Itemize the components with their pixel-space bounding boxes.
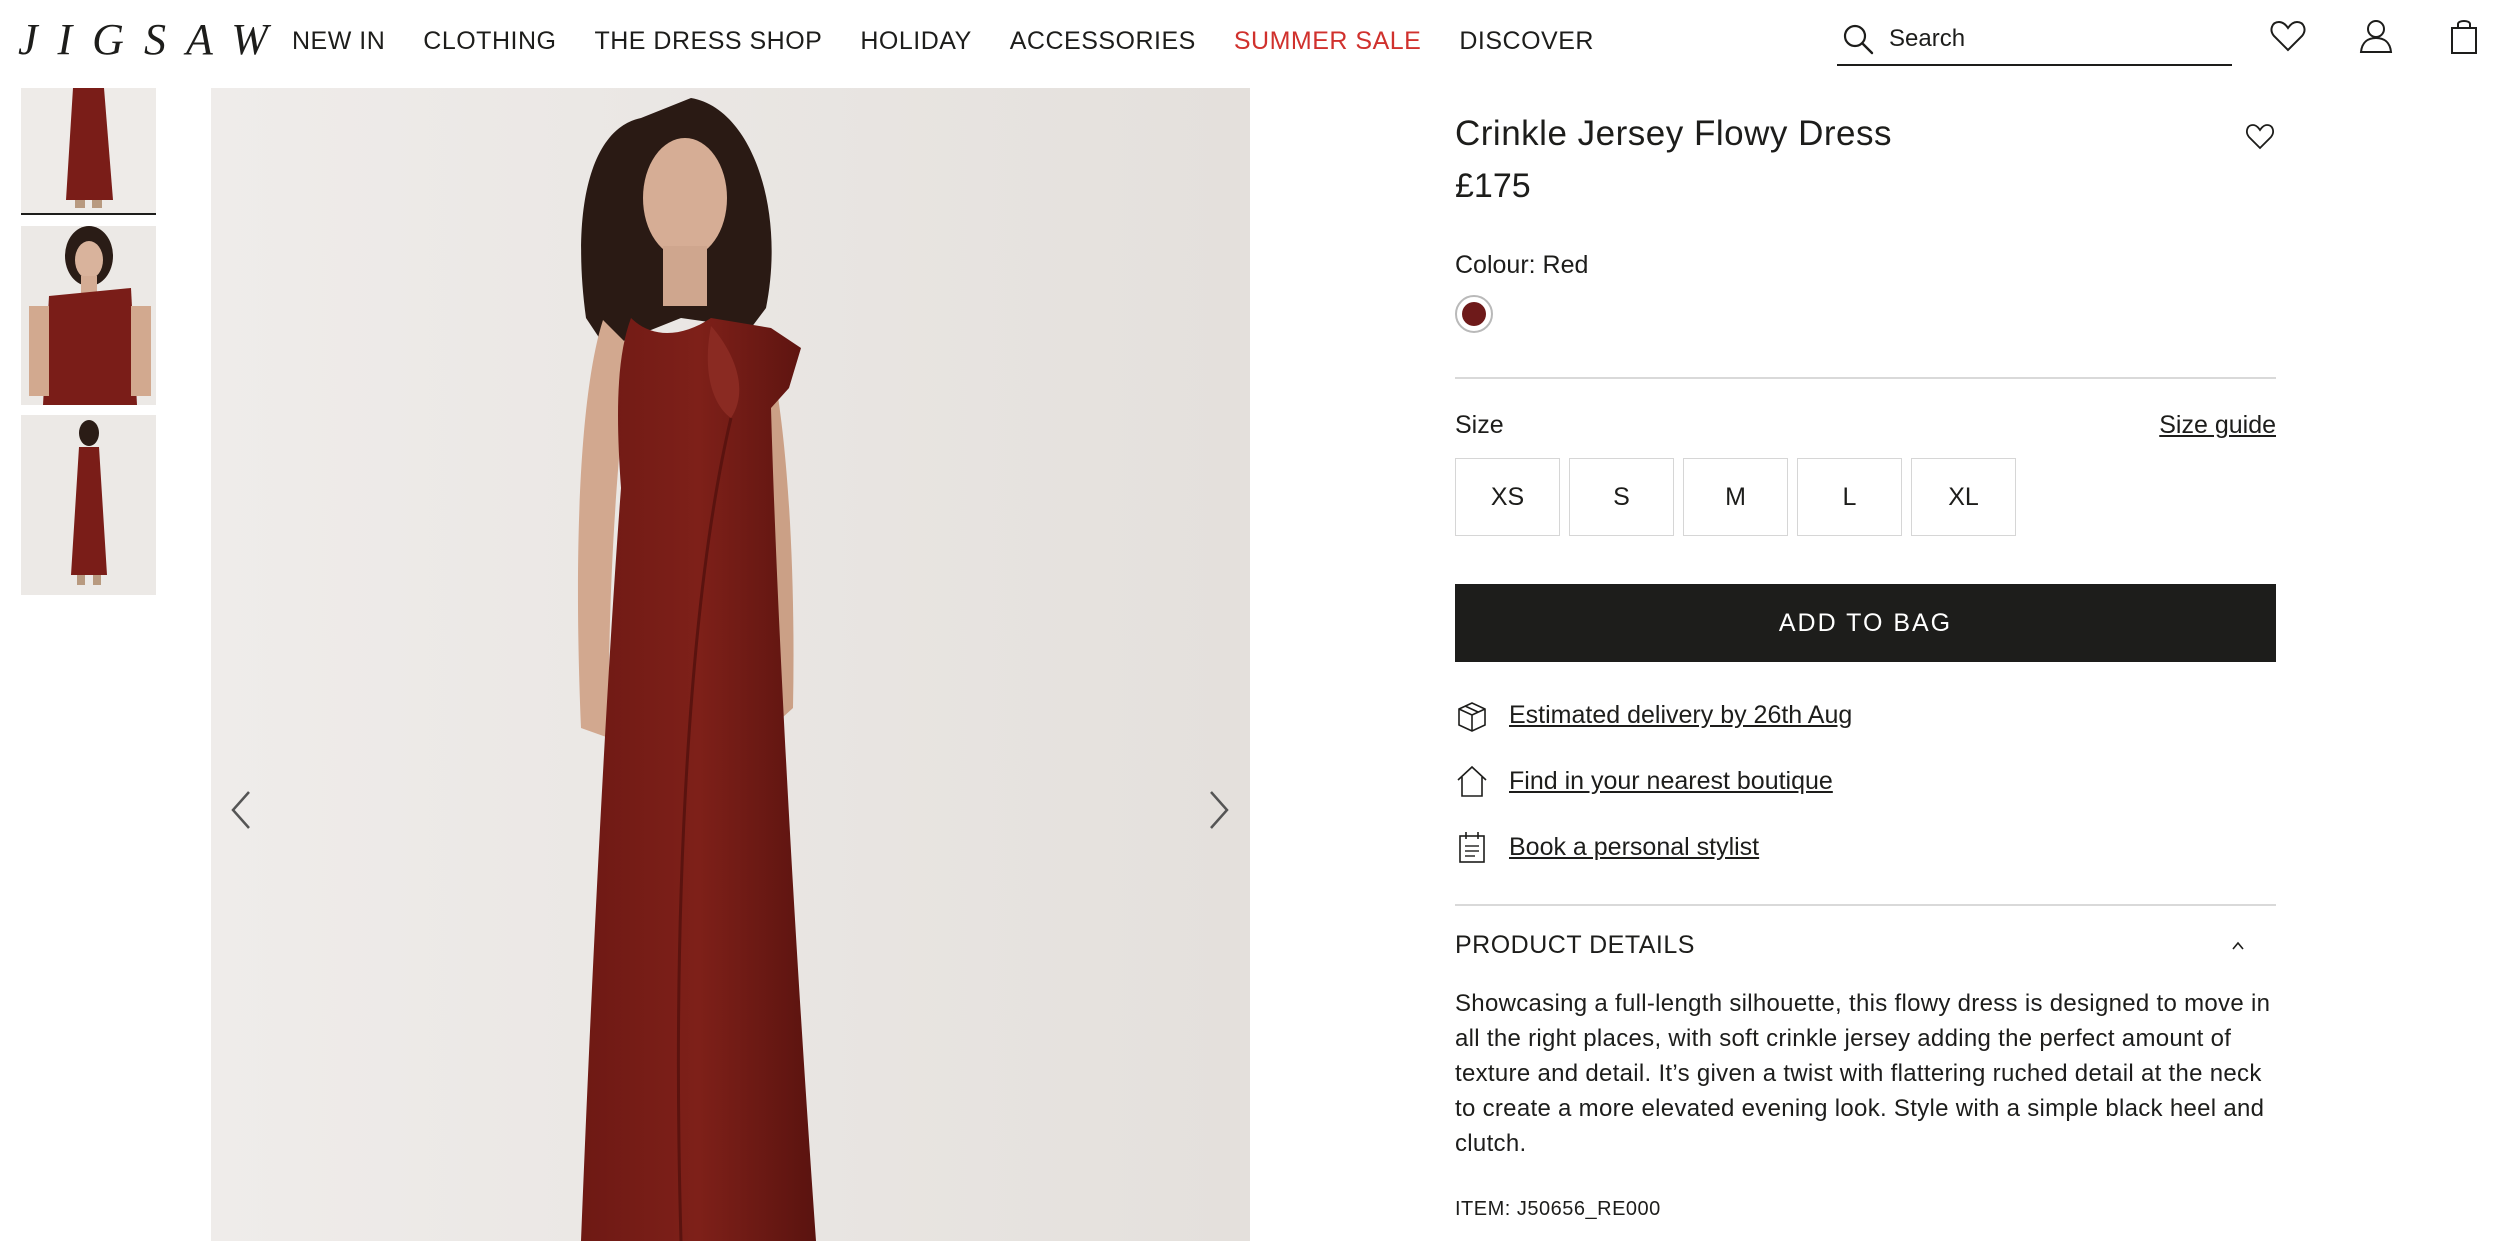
search-bar[interactable] [1837,14,2232,66]
heart-icon[interactable] [2268,16,2308,56]
boutique-link[interactable]: Find in your nearest boutique [1509,767,1833,796]
colour-label: Colour: Red [1455,251,1589,279]
swatch-fill [1462,302,1486,326]
nav-new-in[interactable]: NEW IN [292,26,385,56]
product-price: £175 [1455,167,1531,205]
product-description: Showcasing a full-length silhouette, thi… [1455,990,2271,1157]
thumbnail-1[interactable] [21,88,156,215]
main-product-image [211,88,1250,1241]
nav-dress-shop[interactable]: THE DRESS SHOP [594,26,822,56]
size-m-button[interactable]: M [1683,458,1788,536]
product-title: Crinkle Jersey Flowy Dress [1455,114,1892,153]
size-label: Size [1455,411,1504,439]
add-to-bag-button[interactable]: ADD TO BAG [1455,584,2276,662]
size-guide-link[interactable]: Size guide [2159,410,2276,440]
divider [1455,377,2276,379]
wishlist-heart-icon[interactable] [2244,120,2276,152]
size-options: XS S M L XL [1455,458,2025,536]
thumbnail-2[interactable] [21,226,156,405]
size-xs-button[interactable]: XS [1455,458,1560,536]
colour-swatch-red[interactable] [1455,295,1493,333]
chevron-left-icon[interactable] [227,788,257,832]
nav-clothing[interactable]: CLOTHING [423,26,556,56]
delivery-link[interactable]: Estimated delivery by 26th Aug [1509,701,1852,730]
nav-holiday[interactable]: HOLIDAY [860,26,971,56]
boutique-row: Find in your nearest boutique [1455,761,1833,801]
stylist-link[interactable]: Book a personal stylist [1509,833,1759,862]
search-input[interactable] [1889,25,2219,53]
package-icon [1458,702,1486,732]
dress-back-image [21,415,156,595]
delivery-row: Estimated delivery by 26th Aug [1455,695,1852,735]
account-icon[interactable] [2356,16,2396,56]
size-l-button[interactable]: L [1797,458,1902,536]
calendar-icon [1459,832,1485,863]
dress-front-image [21,88,156,213]
site-header: JIGSAW NEW IN CLOTHING THE DRESS SHOP HO… [0,0,2500,84]
search-icon[interactable] [1841,22,1875,56]
main-nav: NEW IN CLOTHING THE DRESS SHOP HOLIDAY A… [292,26,1632,56]
dress-detail-image [21,226,156,405]
chevron-right-icon[interactable] [1203,788,1233,832]
home-icon [1457,765,1487,797]
stylist-row: Book a personal stylist [1455,827,1759,867]
thumbnail-3[interactable] [21,415,156,595]
nav-summer-sale[interactable]: SUMMER SALE [1234,26,1421,56]
size-s-button[interactable]: S [1569,458,1674,536]
chevron-up-icon[interactable] [2230,938,2246,954]
nav-accessories[interactable]: ACCESSORIES [1010,26,1196,56]
nav-discover[interactable]: DISCOVER [1459,26,1594,56]
size-xl-button[interactable]: XL [1911,458,2016,536]
divider [1455,904,2276,906]
bag-icon[interactable] [2444,16,2484,56]
model-in-red-dress-image [211,88,1250,1241]
product-details-toggle[interactable]: PRODUCT DETAILS [1455,930,1695,960]
jigsaw-logo[interactable]: JIGSAW [18,16,288,64]
item-code: ITEM: J50656_RE000 [1455,1198,1661,1220]
